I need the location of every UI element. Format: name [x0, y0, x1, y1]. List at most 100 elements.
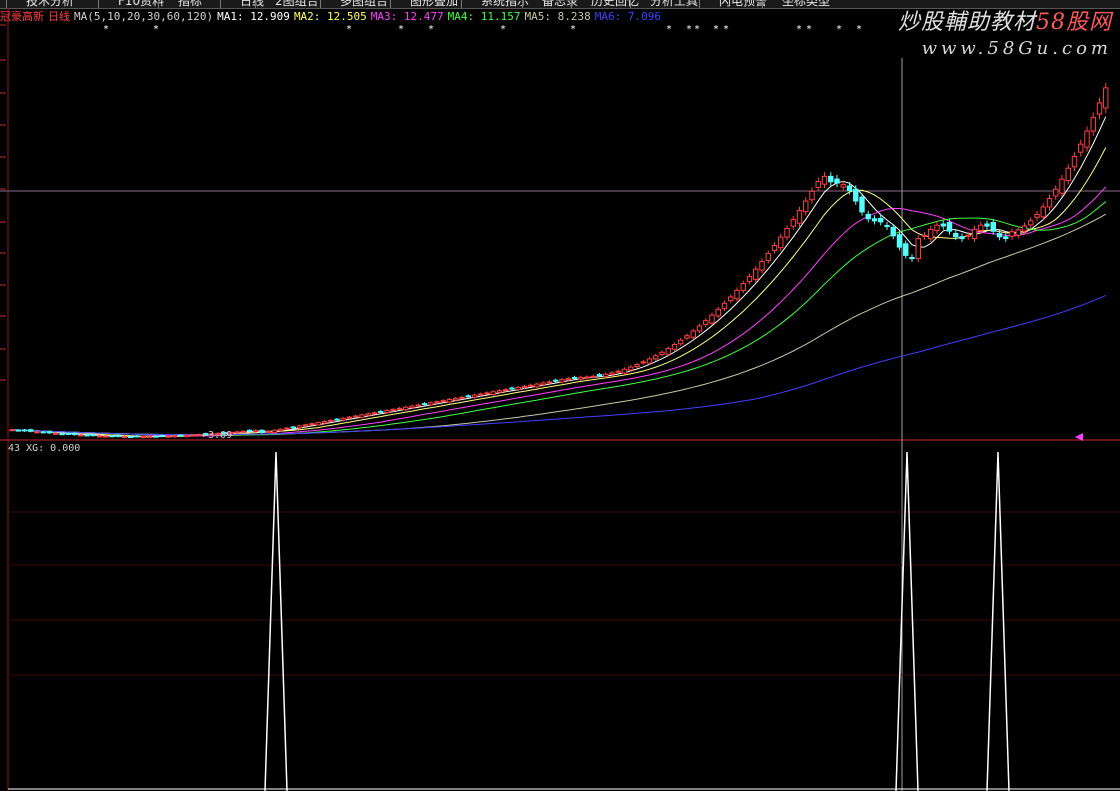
candle-body [396, 407, 403, 410]
candle-body [1015, 229, 1021, 236]
candle-body [703, 320, 709, 325]
candle-body [890, 227, 896, 237]
candle-body [478, 393, 484, 396]
candle-body [28, 429, 34, 432]
candle-body [896, 234, 903, 248]
candle-body [696, 325, 703, 332]
candle-body [190, 434, 196, 437]
candle-body [715, 308, 721, 317]
candle-body [415, 404, 421, 407]
candle-body [1003, 236, 1009, 240]
candle-body [9, 429, 15, 432]
candle-body [853, 188, 859, 202]
candle-body [984, 223, 990, 227]
candle-body [746, 275, 753, 283]
candle-body [1071, 156, 1078, 168]
candle-body [734, 289, 740, 300]
candle-body [528, 384, 534, 387]
candle-body [828, 175, 834, 183]
candle-body [1059, 178, 1065, 194]
candle-body [153, 435, 159, 438]
candle-body [921, 234, 928, 237]
ma-line-1 [11, 116, 1107, 438]
candle-body [509, 387, 515, 390]
candle-body [1096, 102, 1103, 115]
candle-body [46, 431, 53, 434]
candle-body [959, 236, 965, 240]
candle-body [803, 200, 809, 213]
ma-line-5 [11, 213, 1107, 436]
candle-body [146, 436, 153, 439]
candle-body [846, 185, 853, 192]
candle-body [490, 391, 496, 395]
signal-star: * [666, 24, 672, 35]
candle-body [115, 434, 121, 437]
candle-body [184, 434, 190, 438]
candle-body [1103, 87, 1109, 109]
candle-body [915, 238, 921, 260]
candle-body [178, 434, 184, 437]
candle-body [59, 433, 65, 436]
ma-line-6 [11, 294, 1106, 436]
candle-body [140, 436, 146, 439]
candle-body [934, 224, 940, 232]
candle-body [165, 435, 171, 438]
candle-body [446, 399, 453, 403]
chart-canvas[interactable]: ←3.09* * * * * * * * * * * * * * * * [0, 0, 1120, 791]
signal-star: * [153, 24, 159, 35]
signal-star: * [346, 24, 352, 35]
candle-body [1090, 116, 1096, 132]
candle-body [690, 330, 696, 338]
candle-body [296, 425, 303, 429]
candle-body [459, 396, 465, 399]
candle-body [159, 434, 165, 437]
candle-body [134, 435, 140, 438]
candle-body [1053, 188, 1059, 197]
candle-body [421, 403, 428, 406]
candle-body [109, 435, 115, 438]
candle-body [865, 213, 871, 220]
candle-body [121, 436, 128, 439]
signal-star: * [428, 24, 434, 35]
candle-body [1065, 167, 1071, 182]
indicator-xg-value: XG: 0.000 [26, 443, 81, 454]
candle-body [759, 260, 765, 271]
candle-body [34, 431, 40, 434]
candle-body [884, 224, 890, 227]
candle-body [521, 385, 528, 388]
candle-body [965, 234, 971, 237]
candle-body [840, 184, 846, 188]
candle-body [334, 418, 340, 421]
candle-body [971, 228, 978, 240]
candle-body [259, 429, 265, 433]
candle-body [940, 223, 946, 227]
candle-body [390, 408, 396, 411]
candle-body [484, 392, 490, 395]
candle-body [990, 222, 996, 232]
candle-body [84, 434, 90, 437]
candle-body [471, 394, 478, 398]
candle-body [796, 209, 803, 224]
candle-body [240, 430, 246, 433]
signal-star: * [398, 24, 404, 35]
candle-body [603, 373, 609, 378]
ma-line-4 [11, 201, 1107, 436]
candle-body [321, 421, 328, 424]
candle-body [534, 383, 540, 388]
signal-star: * [713, 24, 719, 35]
candle-body [346, 416, 353, 419]
candle-body [634, 364, 640, 367]
candle-body [90, 434, 96, 437]
indicator-left-num: 43 [8, 443, 21, 454]
signal-star: * [570, 24, 576, 35]
signal-star: * [723, 24, 729, 35]
candle-body [596, 374, 603, 377]
candle-body [765, 253, 771, 261]
candle-body [440, 400, 446, 403]
candle-body [515, 386, 521, 391]
candle-body [409, 405, 415, 409]
candle-body [428, 402, 434, 406]
candle-body [665, 347, 671, 355]
candle-body [790, 219, 796, 227]
candle-body [778, 236, 784, 249]
